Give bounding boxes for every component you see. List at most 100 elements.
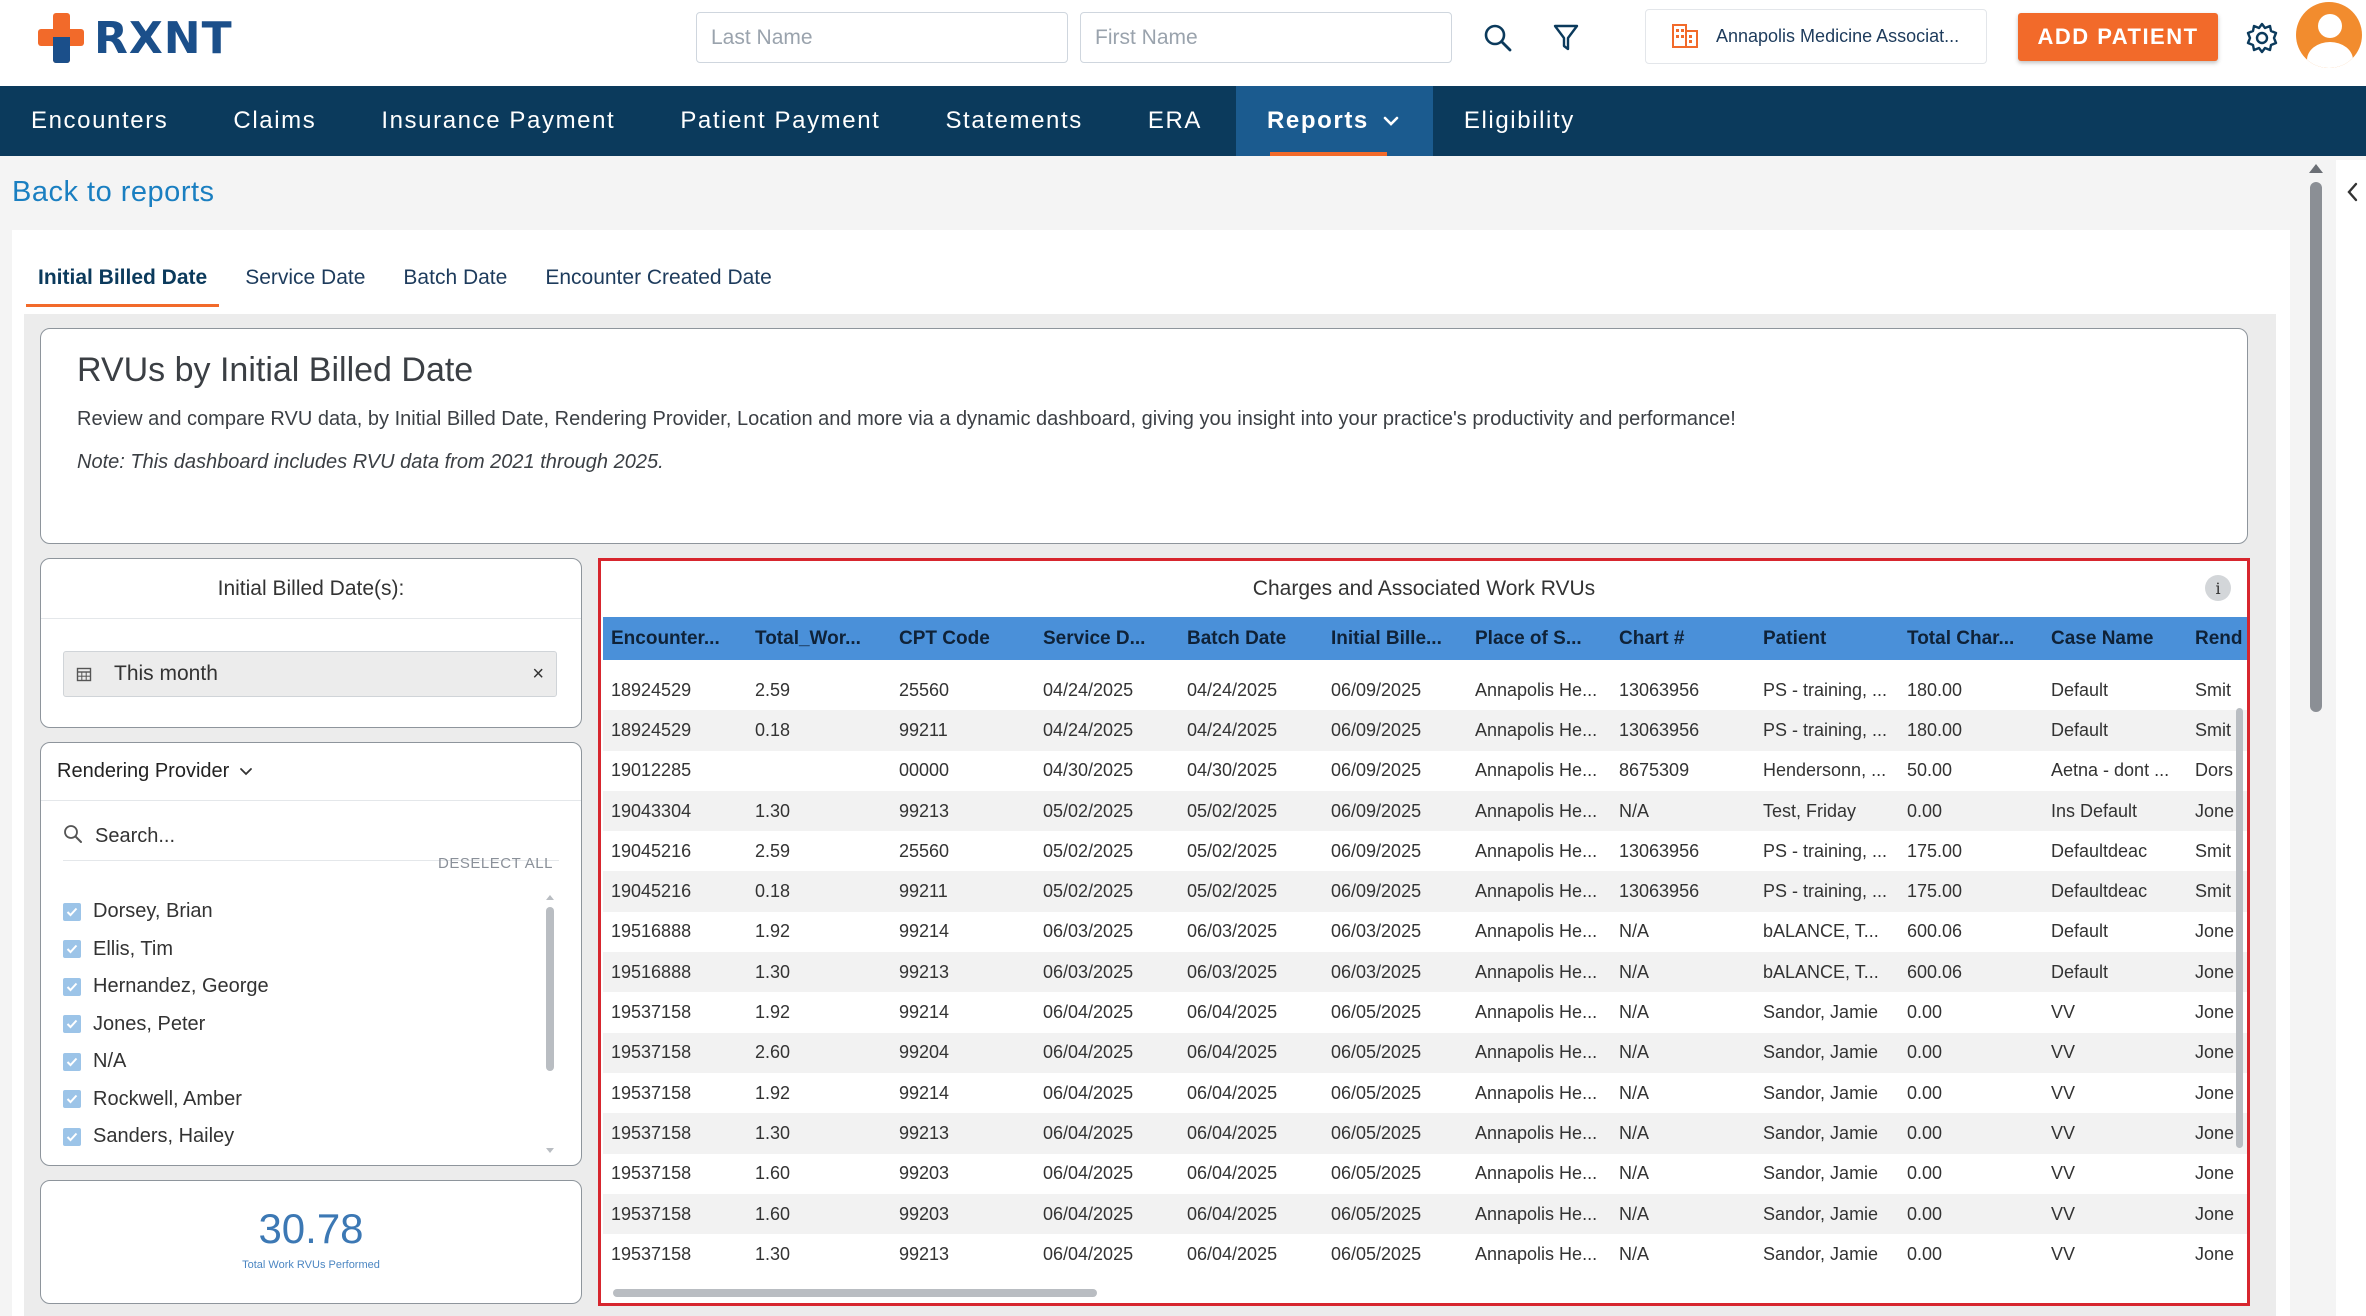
table-row[interactable]: 19045216 0.18 99211 05/02/2025 05/02/2025 06/…	[603, 871, 2247, 912]
search-icon	[63, 824, 83, 849]
rendering-provider-filter: Rendering Provider DESELECT ALL Dorsey, …	[40, 742, 582, 1166]
first-name-input[interactable]	[1080, 12, 1452, 63]
provider-name: Dorsey, Brian	[93, 900, 213, 923]
nav-statements[interactable]: Statements	[914, 86, 1116, 156]
column-header[interactable]: CPT Code	[891, 617, 1035, 660]
practice-selector[interactable]: Annapolis Medicine Associat...	[1645, 9, 1987, 64]
column-header[interactable]: Place of S...	[1467, 617, 1611, 660]
table-cell: 06/03/2025	[1043, 961, 1134, 982]
table-cell: 1.92	[755, 921, 791, 942]
column-header[interactable]: Batch Date	[1179, 617, 1323, 660]
checkbox-checked-icon[interactable]	[63, 1090, 81, 1109]
table-row[interactable]: 19516888 1.92 99214 06/03/2025 06/03/2025 06/…	[603, 912, 2247, 952]
provider-option[interactable]: N/A	[63, 1043, 533, 1081]
table-row[interactable]: 19537158 1.92 99214 06/04/2025 06/04/2025 06/…	[603, 1073, 2247, 1113]
table-row[interactable]: 19537158 2.60 99204 06/04/2025 06/04/2025 06/…	[603, 1032, 2247, 1073]
provider-option[interactable]: Jones, Peter	[63, 1006, 533, 1044]
back-to-reports-link[interactable]: Back to reports	[12, 176, 215, 209]
provider-option[interactable]: Sanders, Hailey	[63, 1118, 533, 1156]
page-scrollbar[interactable]	[2306, 160, 2326, 1316]
total-work-rvus-kpi: 30.78 Total Work RVUs Performed	[40, 1180, 582, 1304]
table-row[interactable]: 19537158 1.30 99213 06/04/2025 06/04/2025 06/…	[603, 1234, 2247, 1274]
table-cell: 99211	[899, 719, 948, 740]
column-header[interactable]: Rend	[2187, 617, 2247, 660]
table-cell: 0.00	[1907, 1163, 1943, 1184]
chevron-left-icon[interactable]	[2346, 182, 2358, 207]
table-row[interactable]: 18924529 2.59 25560 04/24/2025 04/24/2025 06/…	[603, 670, 2247, 710]
tab-service-date[interactable]: Service Date	[233, 258, 377, 307]
clear-date-icon[interactable]: ×	[532, 663, 544, 686]
table-row[interactable]: 19537158 1.60 99203 06/04/2025 06/04/2025 06/…	[603, 1154, 2247, 1194]
provider-option[interactable]: Rockwell, Amber	[63, 1081, 533, 1119]
table-cell: 06/05/2025	[1331, 1002, 1422, 1023]
table-row[interactable]: 18924529 0.18 99211 04/24/2025 04/24/2025 06/…	[603, 710, 2247, 751]
table-row[interactable]: 19043304 1.30 99213 05/02/2025 05/02/2025 06/…	[603, 790, 2247, 832]
nav-reports[interactable]: Reports	[1236, 86, 1433, 156]
table-cell: 25560	[899, 840, 950, 861]
last-name-input[interactable]	[696, 12, 1068, 63]
provider-list-scrollbar[interactable]	[543, 895, 557, 1153]
nav-encounters[interactable]: Encounters	[0, 86, 202, 156]
search-icon[interactable]	[1478, 18, 1518, 58]
table-cell: 0.00	[1907, 1002, 1943, 1023]
nav-reports-label: Reports	[1267, 107, 1369, 134]
column-header[interactable]: Total_Wor...	[747, 617, 891, 660]
column-header[interactable]: Initial Bille...	[1323, 617, 1467, 660]
table-cell: 50.00	[1907, 760, 1953, 781]
table-cell: 2.60	[755, 1042, 791, 1063]
rxnt-logo[interactable]: RXNT	[34, 10, 234, 66]
checkbox-checked-icon[interactable]	[63, 977, 81, 996]
column-header[interactable]: Encounter...	[603, 617, 747, 660]
info-icon[interactable]: i	[2205, 575, 2231, 601]
table-cell: 13063956	[1619, 881, 1700, 902]
checkbox-checked-icon[interactable]	[63, 1052, 81, 1071]
column-header[interactable]: Total Char...	[1899, 617, 2043, 660]
table-cell: Defaultdeac	[2051, 881, 2148, 902]
nav-era[interactable]: ERA	[1117, 86, 1236, 156]
table-cell: 04/24/2025	[1187, 679, 1278, 700]
column-header[interactable]: Service D...	[1035, 617, 1179, 660]
table-row[interactable]: 19537158 1.60 99203 06/04/2025 06/04/2025 06/…	[603, 1193, 2247, 1235]
date-range-selector[interactable]: This month ×	[63, 651, 557, 697]
gear-icon[interactable]	[2242, 18, 2282, 58]
provider-option[interactable]: Hernandez, George	[63, 968, 533, 1006]
checkbox-checked-icon[interactable]	[63, 1015, 81, 1034]
nav-patient-payment[interactable]: Patient Payment	[649, 86, 914, 156]
provider-option[interactable]: Ellis, Tim	[63, 931, 533, 969]
user-avatar[interactable]	[2296, 2, 2362, 68]
nav-claims[interactable]: Claims	[202, 86, 350, 156]
table-cell: 06/03/2025	[1331, 921, 1422, 942]
table-row[interactable]: 19537158 1.30 99213 06/04/2025 06/04/2025 06/…	[603, 1113, 2247, 1154]
table-row[interactable]: 19516888 1.30 99213 06/03/2025 06/03/2025 06/…	[603, 952, 2247, 993]
report-description: Review and compare RVU data, by Initial …	[77, 408, 1736, 430]
provider-option[interactable]: Dorsey, Brian	[63, 893, 533, 931]
column-header[interactable]: Chart #	[1611, 617, 1755, 660]
table-horizontal-scrollbar[interactable]	[613, 1287, 2223, 1299]
checkbox-checked-icon[interactable]	[63, 940, 81, 959]
filter-icon[interactable]	[1546, 18, 1586, 58]
chevron-down-icon	[239, 767, 253, 777]
table-row[interactable]: 19045216 2.59 25560 05/02/2025 05/02/2025 06/…	[603, 831, 2247, 871]
tab-batch-date[interactable]: Batch Date	[391, 258, 519, 307]
column-header[interactable]: Patient	[1755, 617, 1899, 660]
nav-insurance-payment[interactable]: Insurance Payment	[350, 86, 649, 156]
tab-initial-billed-date[interactable]: Initial Billed Date	[26, 258, 220, 307]
table-cell: 18924529	[611, 719, 692, 740]
column-header[interactable]: Case Name	[2043, 617, 2187, 660]
provider-search-input[interactable]	[95, 825, 515, 848]
checkbox-checked-icon[interactable]	[63, 1127, 81, 1146]
table-vertical-scrollbar[interactable]	[2233, 660, 2245, 1290]
table-cell: 06/04/2025	[1043, 1082, 1134, 1103]
table-cell: Sandor, Jamie	[1763, 1042, 1879, 1063]
table-cell: 1.30	[755, 1122, 791, 1143]
tab-encounter-created-date[interactable]: Encounter Created Date	[533, 258, 783, 307]
checkbox-checked-icon[interactable]	[63, 902, 81, 921]
nav-eligibility[interactable]: Eligibility	[1433, 86, 1609, 156]
table-row-partial	[603, 660, 2247, 670]
provider-filter-header[interactable]: Rendering Provider	[41, 743, 581, 801]
table-row[interactable]: 19012285 00000 04/30/2025 04/30/2025 06/09/2…	[603, 751, 2247, 791]
table-cell: 06/05/2025	[1331, 1163, 1422, 1184]
table-row[interactable]: 19537158 1.92 99214 06/04/2025 06/04/2025 06/…	[603, 992, 2247, 1032]
deselect-all-button[interactable]: DESELECT ALL	[438, 855, 553, 872]
add-patient-button[interactable]: ADD PATIENT	[2018, 13, 2218, 61]
